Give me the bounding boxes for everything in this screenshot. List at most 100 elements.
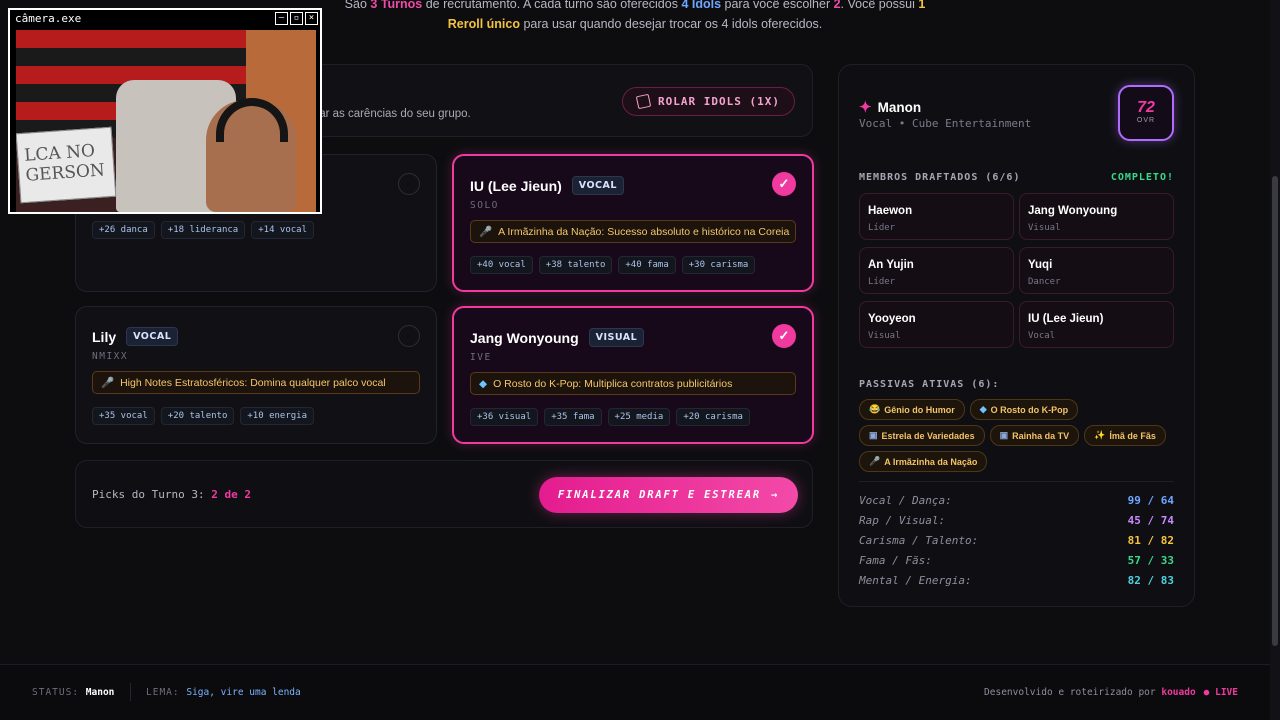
webcam-titlebar[interactable]: câmera.exe – ▫ × <box>10 10 320 28</box>
stat-value: 45 / 74 <box>1127 514 1174 527</box>
laughing-face-icon: 😂 <box>869 404 881 414</box>
passive-box: 🎤 A Irmãzinha da Nação: Sucesso absoluto… <box>470 220 796 243</box>
idol-group: SOLO <box>470 200 499 211</box>
stat-tag: +20 talento <box>160 407 235 425</box>
tv-icon: ▣ <box>869 430 878 440</box>
check-icon[interactable]: ✓ <box>772 324 796 348</box>
lema-value: Siga, vire uma lenda <box>186 687 301 698</box>
handwritten-sign: LCA NO GERSON <box>16 126 117 204</box>
stat-tag: +10 energia <box>240 407 314 425</box>
stat-tag: +40 fama <box>618 256 676 274</box>
passive-chip-label: Estrela de Variedades <box>881 430 975 441</box>
stat-tag: +26 danca <box>92 221 155 239</box>
passive-chip: ▣ Estrela de Variedades <box>859 425 985 446</box>
dice-icon <box>635 93 652 110</box>
role-badge: VOCAL <box>571 176 624 195</box>
stat-row-vocal-danca: Vocal / Dança: 99 / 64 <box>859 494 1174 508</box>
finalize-button-label: FINALIZAR DRAFT E ESTREAR <box>557 489 761 501</box>
member-card: An Yujin Líder <box>859 247 1014 294</box>
stat-row-rap-visual: Rap / Visual: 45 / 74 <box>859 514 1174 528</box>
idol-name: IU (Lee Jieun) <box>470 177 562 194</box>
idol-group: IVE <box>470 352 492 363</box>
status-info: STATUS: Manon <box>32 687 114 698</box>
stat-label: Rap / Visual: <box>859 514 946 527</box>
sign-text: LCA NO GERSON <box>23 140 106 186</box>
group-summary-panel: ✦ Manon Vocal • Cube Entertainment 72 OV… <box>838 64 1195 607</box>
reroll-count: 1 <box>918 0 926 11</box>
scrollbar-thumb[interactable] <box>1272 176 1278 646</box>
idol-name: Jang Wonyoung <box>470 329 579 346</box>
microphone-icon: 🎤 <box>479 226 493 238</box>
reroll-label: Reroll único <box>447 17 520 31</box>
picks-label-text: Picks do Turno 3: <box>92 488 212 501</box>
member-card: Haewon Líder <box>859 193 1014 240</box>
stat-tags: +36 visual +35 fama +25 media +20 carism… <box>470 408 750 426</box>
webcam-feed: LCA NO GERSON <box>16 30 316 212</box>
stat-value: 57 / 33 <box>1127 554 1174 567</box>
member-card: Jang Wonyoung Visual <box>1019 193 1174 240</box>
reroll-button[interactable]: ROLAR IDOLS (1X) <box>622 87 795 116</box>
member-role: Dancer <box>1028 277 1061 287</box>
member-name: IU (Lee Jieun) <box>1028 313 1104 325</box>
member-card: Yooyeon Visual <box>859 301 1014 348</box>
member-card: Yuqi Dancer <box>1019 247 1174 294</box>
lema-label: LEMA: <box>146 687 180 698</box>
idols-count: 4 Idols <box>681 0 722 11</box>
passive-text: O Rosto do K-Pop: Multiplica contratos p… <box>493 377 733 390</box>
passive-chip-label: Ímã de Fãs <box>1109 430 1156 441</box>
stat-row-mental-energia: Mental / Energia: 82 / 83 <box>859 574 1174 588</box>
sparkle-icon: ✨ <box>1094 430 1106 440</box>
idol-name-row: IU (Lee Jieun) VOCAL <box>470 176 624 195</box>
credits-text: Desenvolvido e roteirizado por <box>984 687 1162 698</box>
stat-tag: +30 carisma <box>681 256 756 274</box>
passive-chip-label: A Irmãzinha da Nação <box>884 456 978 467</box>
finalize-draft-button[interactable]: FINALIZAR DRAFT E ESTREAR → <box>539 477 798 513</box>
idol-card-wonyoung[interactable]: Jang Wonyoung VISUAL IVE ✓ ◆ O Rosto do … <box>452 306 814 444</box>
minimize-icon[interactable]: – <box>275 12 288 25</box>
maximize-icon[interactable]: ▫ <box>290 12 303 25</box>
stat-tags: +35 vocal +20 talento +10 energia <box>92 407 314 425</box>
passive-chip: 😂 Gênio do Humor <box>859 399 965 420</box>
stat-tag: +40 vocal <box>470 256 533 274</box>
ovr-label: OVR <box>1136 117 1156 124</box>
idol-name: Lily <box>92 328 117 345</box>
passive-chip-label: Gênio do Humor <box>884 404 955 415</box>
picks-label: Picks do Turno 3: 2 de 2 <box>92 488 251 501</box>
intro-text-part: . Você possui <box>840 0 919 11</box>
unselected-circle-icon[interactable] <box>398 325 420 347</box>
stat-tag: +35 vocal <box>92 407 155 425</box>
scrollbar[interactable] <box>1270 0 1280 720</box>
passive-box: ◆ O Rosto do K-Pop: Multiplica contratos… <box>470 372 796 395</box>
passive-chip: ◆ O Rosto do K-Pop <box>969 399 1079 420</box>
microphone-icon: 🎤 <box>869 456 881 466</box>
unselected-circle-icon[interactable] <box>398 173 420 195</box>
idol-name-row: Lily VOCAL <box>92 327 179 346</box>
draft-description: tar as carências do seu grupo. <box>316 108 471 120</box>
member-card: IU (Lee Jieun) Vocal <box>1019 301 1174 348</box>
idol-card-lily[interactable]: Lily VOCAL NMIXX 🎤 High Notes Estratosfé… <box>75 306 437 444</box>
sparkle-icon: ✦ <box>859 99 872 116</box>
passive-box: 🎤 High Notes Estratosféricos: Domina qua… <box>92 371 420 394</box>
close-icon[interactable]: × <box>305 12 318 25</box>
intro-text-part: para você escolher <box>721 0 834 11</box>
passive-text: A Irmãzinha da Nação: Sucesso absoluto e… <box>498 225 790 238</box>
picks-panel: Picks do Turno 3: 2 de 2 FINALIZAR DRAFT… <box>75 460 813 528</box>
diamond-icon: ◆ <box>979 404 987 414</box>
role-badge: VOCAL <box>126 327 179 346</box>
credits-author: kouado <box>1161 687 1196 698</box>
lema-info: LEMA: Siga, vire uma lenda <box>146 687 301 698</box>
idol-card-iu[interactable]: IU (Lee Jieun) VOCAL SOLO ✓ 🎤 A Irmãzinh… <box>452 154 814 292</box>
member-role: Vocal <box>1028 331 1056 341</box>
footer-bar: STATUS: Manon LEMA: Siga, vire uma lenda… <box>0 664 1270 720</box>
profile-name-row: ✦ Manon <box>859 98 921 116</box>
profile-name: Manon <box>877 99 922 115</box>
check-icon[interactable]: ✓ <box>772 172 796 196</box>
live-indicator: ● LIVE <box>1203 687 1238 698</box>
stat-tags: +26 danca +18 lideranca +14 vocal <box>92 221 315 239</box>
intro-text-part: para usar quando desejar trocar os 4 ido… <box>519 17 823 31</box>
member-name: Yuqi <box>1028 259 1053 271</box>
status-label: STATUS: <box>32 687 80 698</box>
turns-count: 3 Turnos <box>370 0 423 11</box>
passive-chip: ✨ Ímã de Fãs <box>1084 425 1166 446</box>
reroll-button-label: ROLAR IDOLS (1X) <box>658 95 780 108</box>
